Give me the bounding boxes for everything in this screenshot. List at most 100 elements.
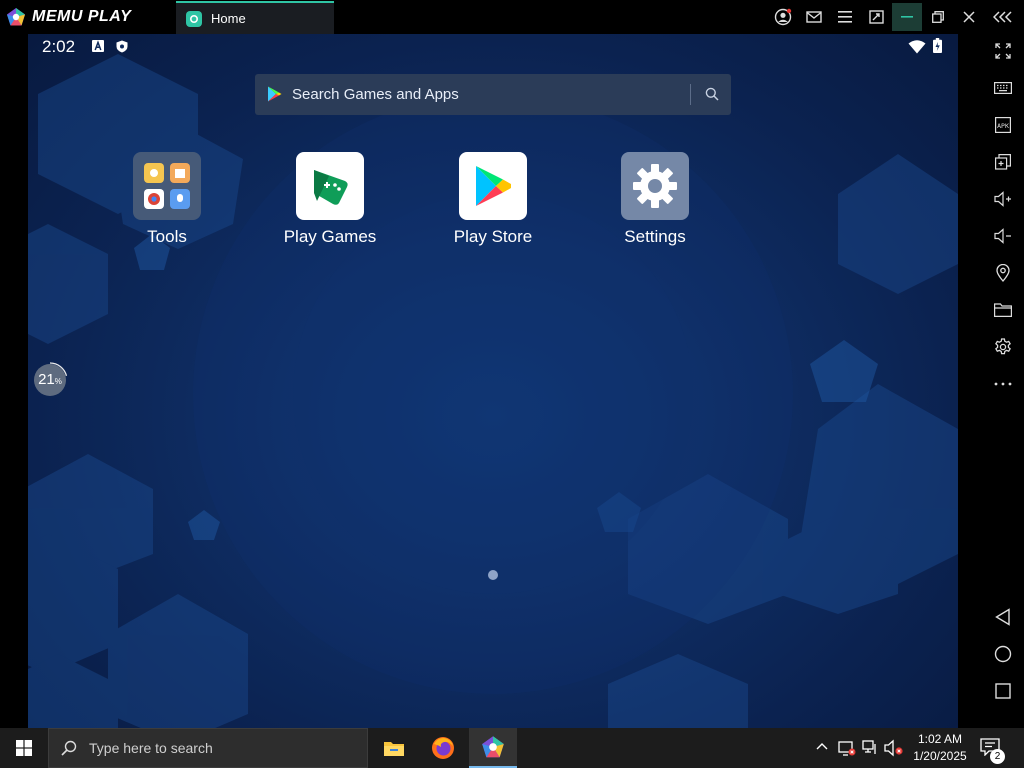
svg-text:APK: APK xyxy=(997,122,1009,130)
fullscreen-icon xyxy=(995,43,1011,59)
title-bar: MEMU PLAY Home xyxy=(0,0,1024,34)
app-tools-label: Tools xyxy=(147,227,187,246)
app-play-games-label: Play Games xyxy=(283,227,377,246)
multi-window-icon xyxy=(995,154,1011,170)
keyboard-icon xyxy=(994,82,1012,94)
account-icon xyxy=(774,8,792,26)
wallpaper xyxy=(28,54,958,728)
progress-value: 21 xyxy=(38,371,55,388)
mail-button[interactable] xyxy=(799,3,829,31)
home-icon xyxy=(994,645,1012,663)
apk-icon: APK xyxy=(995,117,1011,133)
app-settings[interactable]: Settings xyxy=(600,152,710,247)
account-button[interactable] xyxy=(768,3,798,31)
search-bar[interactable]: Search Games and Apps xyxy=(255,74,731,115)
side-toolbar: APK xyxy=(958,34,1024,728)
tray-chevron-up-icon[interactable] xyxy=(816,742,828,750)
taskbar-memu[interactable] xyxy=(469,728,517,768)
back-icon xyxy=(995,608,1010,626)
apk-button[interactable]: APK xyxy=(991,113,1015,137)
screen-mode-button[interactable] xyxy=(861,3,891,31)
restore-icon xyxy=(932,11,944,23)
hamburger-menu-icon xyxy=(838,11,852,23)
app-settings-label: Settings xyxy=(624,227,686,246)
volume-down-button[interactable] xyxy=(991,224,1015,248)
android-home-screen[interactable]: 2:02 Search Games and Apps Tools Play Ga… xyxy=(28,34,958,728)
settings-button[interactable] xyxy=(991,335,1015,359)
collapse-sidebar-button[interactable] xyxy=(988,3,1018,31)
app-play-store[interactable]: Play Store xyxy=(438,152,548,247)
close-icon xyxy=(963,11,975,23)
app-title: MEMU PLAY xyxy=(32,8,132,25)
notification-count-badge: 2 xyxy=(990,749,1005,764)
play-games-icon xyxy=(296,152,364,220)
tools-folder-icon xyxy=(133,152,201,220)
search-icon[interactable] xyxy=(705,87,719,101)
memu-logo-icon xyxy=(7,8,25,26)
start-button[interactable] xyxy=(0,728,48,768)
minimize-icon xyxy=(901,16,913,18)
volume-up-button[interactable] xyxy=(991,187,1015,211)
windows-logo-icon xyxy=(16,740,32,756)
taskbar-time: 1:02 AM xyxy=(917,732,963,746)
app-tools[interactable]: Tools xyxy=(112,152,222,247)
keyboard-button[interactable] xyxy=(991,76,1015,100)
tray-network-status-icon[interactable] xyxy=(838,739,856,757)
back-button[interactable] xyxy=(991,605,1015,629)
progress-unit: % xyxy=(54,377,62,386)
tray-volume-muted-icon[interactable] xyxy=(884,739,904,757)
memu-app-icon xyxy=(482,736,504,758)
tab-home[interactable]: Home xyxy=(176,1,334,34)
left-frame xyxy=(0,34,28,728)
taskbar-search-placeholder: Type here to search xyxy=(89,740,213,756)
a-notification-icon xyxy=(92,40,104,52)
screen-mode-icon xyxy=(868,10,884,24)
recents-button[interactable] xyxy=(991,679,1015,703)
firefox-icon xyxy=(432,737,454,759)
battery-icon xyxy=(933,38,942,53)
search-divider xyxy=(690,84,691,105)
location-button[interactable] xyxy=(991,261,1015,285)
status-clock: 2:02 xyxy=(42,37,76,56)
recents-icon xyxy=(995,683,1011,699)
app-play-games[interactable]: Play Games xyxy=(275,152,385,247)
minimize-button[interactable] xyxy=(892,3,922,31)
home-tab-icon xyxy=(186,10,202,27)
location-icon xyxy=(996,264,1010,282)
play-store-app-icon xyxy=(459,152,527,220)
windows-taskbar: Type here to search 1:02 AM 1/20/2025 2 xyxy=(0,728,1024,768)
folder-button[interactable] xyxy=(991,298,1015,322)
settings-gear-icon xyxy=(621,152,689,220)
play-store-icon xyxy=(268,86,282,102)
volume-down-icon xyxy=(994,228,1011,244)
tray-display-icon[interactable] xyxy=(862,739,880,757)
fullscreen-button[interactable] xyxy=(991,39,1015,63)
close-button[interactable] xyxy=(954,3,984,31)
boost-progress[interactable]: 21% xyxy=(32,362,68,398)
mail-icon xyxy=(806,11,822,23)
page-indicator xyxy=(488,570,498,580)
taskbar-search[interactable]: Type here to search xyxy=(48,728,368,768)
file-explorer-icon xyxy=(384,742,404,756)
more-icon xyxy=(994,382,1012,386)
folder-icon xyxy=(994,303,1012,317)
shield-notification-icon xyxy=(116,40,128,53)
settings-icon xyxy=(995,338,1011,355)
home-button[interactable] xyxy=(991,642,1015,666)
search-icon xyxy=(61,740,77,756)
app-play-store-label: Play Store xyxy=(453,227,533,246)
search-placeholder: Search Games and Apps xyxy=(292,86,459,103)
taskbar-file-explorer[interactable] xyxy=(370,728,418,768)
taskbar-date: 1/20/2025 xyxy=(913,749,967,763)
menu-button[interactable] xyxy=(830,3,860,31)
more-button[interactable] xyxy=(991,372,1015,396)
memu-logo: MEMU PLAY xyxy=(6,6,131,28)
taskbar-firefox[interactable] xyxy=(419,728,467,768)
restore-button[interactable] xyxy=(923,3,953,31)
multi-window-button[interactable] xyxy=(991,150,1015,174)
taskbar-clock[interactable]: 1:02 AM 1/20/2025 xyxy=(908,731,972,765)
tab-home-label: Home xyxy=(211,11,246,26)
volume-up-icon xyxy=(994,191,1011,207)
double-chevron-left-icon xyxy=(993,11,1012,23)
wifi-icon xyxy=(908,40,926,54)
